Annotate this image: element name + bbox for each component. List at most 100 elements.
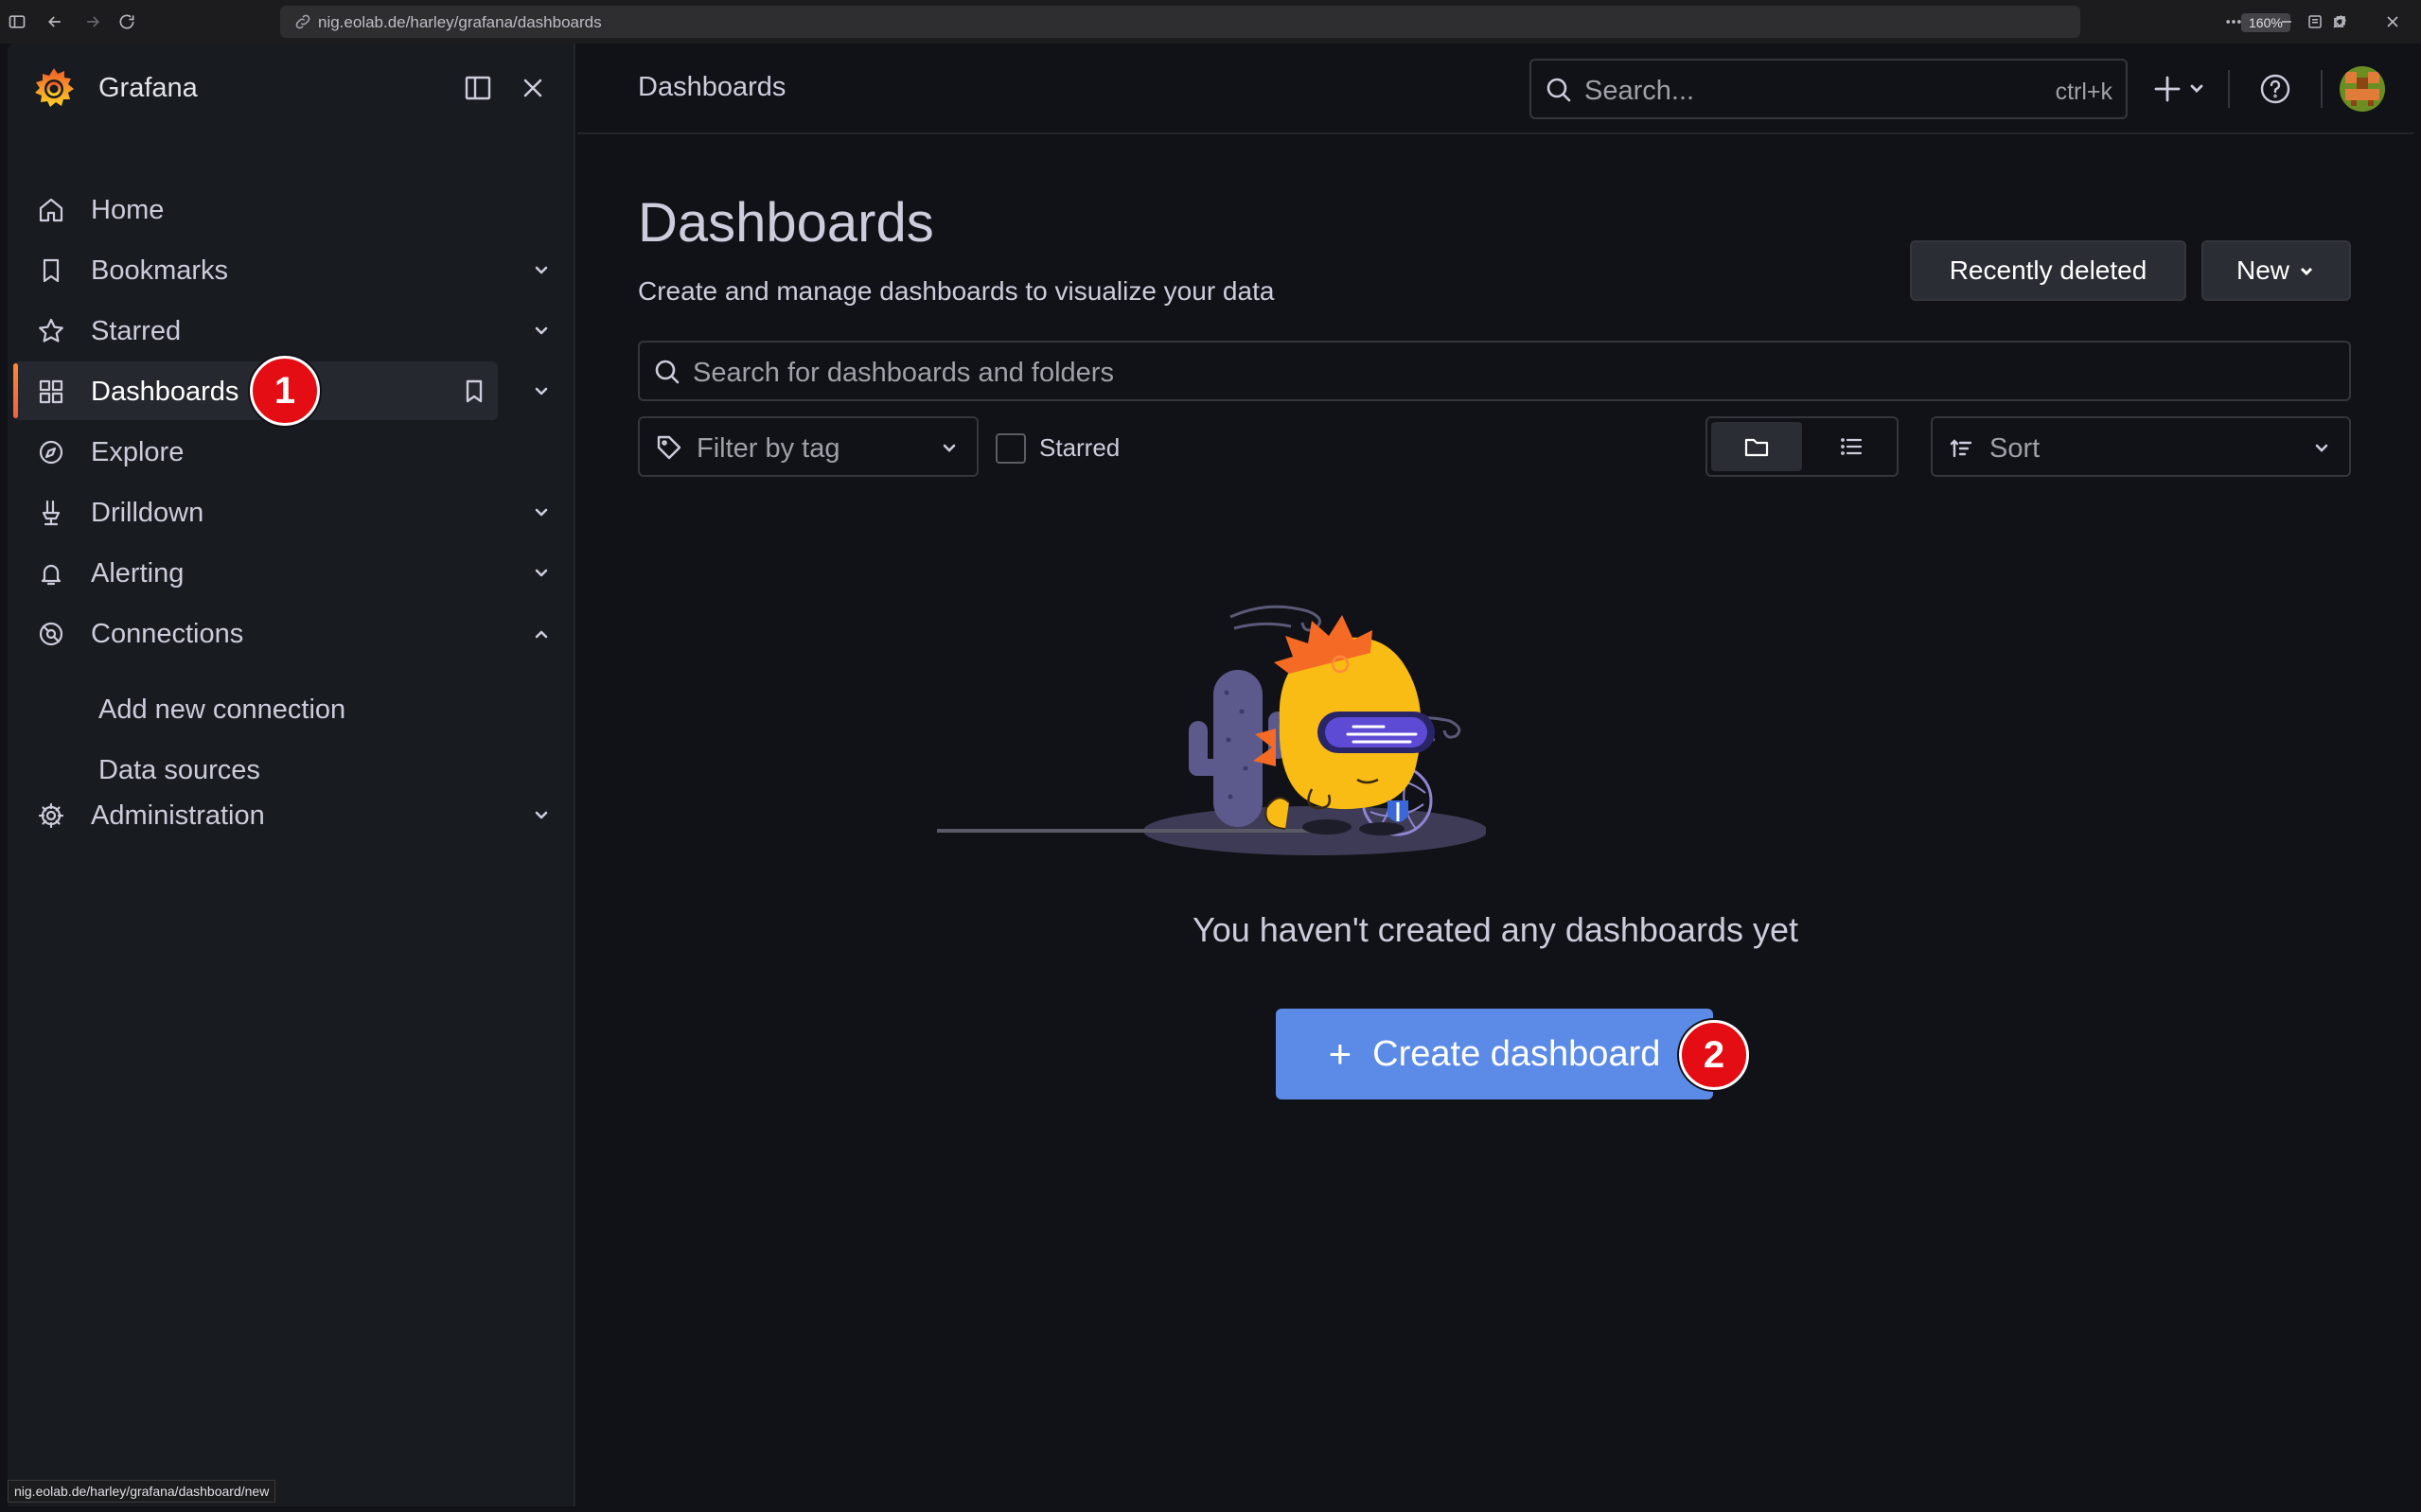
sidebar-item-home[interactable]: Home bbox=[13, 180, 498, 238]
close-menu-button[interactable] bbox=[517, 72, 549, 104]
folder-view-button[interactable] bbox=[1711, 422, 1802, 471]
chevron-down-icon[interactable] bbox=[528, 500, 555, 526]
sidebar-nav: Grafana Home Bookmarks Starred Dashboard… bbox=[8, 44, 575, 1506]
bookmark-icon[interactable] bbox=[460, 377, 488, 405]
minimize-icon[interactable] bbox=[2275, 10, 2298, 33]
chevron-down-icon[interactable] bbox=[528, 802, 555, 829]
sidebar-item-starred[interactable]: Starred bbox=[13, 301, 498, 360]
list-icon bbox=[1841, 438, 1863, 455]
view-toggle bbox=[1705, 416, 1899, 477]
chevron-down-icon bbox=[2311, 437, 2332, 458]
address-bar[interactable]: nig.eolab.de/harley/grafana/dashboards 1… bbox=[280, 6, 2347, 38]
chevron-down-icon[interactable] bbox=[528, 560, 555, 587]
back-icon[interactable] bbox=[44, 10, 66, 33]
empty-state-illustration bbox=[937, 605, 1486, 855]
folder-icon bbox=[1744, 438, 1769, 457]
tag-filter-placeholder: Filter by tag bbox=[697, 433, 840, 464]
chevron-up-icon[interactable] bbox=[528, 621, 555, 647]
search-placeholder: Search... bbox=[1584, 76, 1695, 106]
site-info-icon[interactable] bbox=[293, 12, 312, 31]
search-placeholder: Search for dashboards and folders bbox=[693, 358, 1114, 388]
new-button-label: New bbox=[2235, 255, 2289, 285]
sidebar-item-connections[interactable]: Connections bbox=[13, 604, 498, 662]
status-bar-url: nig.eolab.de/harley/grafana/dashboard/ne… bbox=[8, 1480, 276, 1503]
help-icon[interactable] bbox=[2258, 72, 2292, 106]
tag-filter-select[interactable]: Filter by tag bbox=[638, 416, 979, 477]
reader-view-icon[interactable] bbox=[2306, 12, 2324, 31]
chevron-down-icon bbox=[2300, 267, 2313, 276]
sidebar-toggle-icon[interactable] bbox=[6, 10, 28, 33]
breadcrumb[interactable]: Dashboards bbox=[638, 72, 786, 103]
keyboard-shortcut: ctrl+k bbox=[2055, 79, 2112, 105]
dock-menu-button[interactable] bbox=[462, 72, 494, 104]
sidebar-item-label: Alerting bbox=[91, 558, 185, 589]
brand-name: Grafana bbox=[98, 73, 198, 103]
restore-icon[interactable] bbox=[2328, 10, 2351, 33]
annotation-badge-1: 1 bbox=[250, 356, 320, 426]
create-dashboard-button[interactable]: + Create dashboard bbox=[1276, 1009, 1713, 1099]
bell-icon bbox=[36, 558, 66, 589]
create-dashboard-label: Create dashboard bbox=[1372, 1033, 1661, 1074]
plus-icon: + bbox=[1328, 1031, 1352, 1076]
list-view-button[interactable] bbox=[1806, 422, 1897, 471]
divider bbox=[2228, 70, 2230, 108]
star-icon bbox=[36, 316, 66, 346]
sidebar-item-alerting[interactable]: Alerting bbox=[13, 543, 498, 602]
reload-icon[interactable] bbox=[115, 10, 138, 33]
sort-icon bbox=[1948, 435, 1974, 462]
main-content: Dashboards Create and manage dashboards … bbox=[577, 134, 2413, 1506]
sidebar-subitem-data-sources[interactable]: Data sources bbox=[98, 755, 260, 786]
sidebar-item-administration[interactable]: Administration bbox=[13, 785, 498, 844]
global-search-input[interactable]: Search... ctrl+k bbox=[1529, 59, 2128, 119]
sidebar-item-label: Bookmarks bbox=[91, 255, 229, 286]
grafana-app: Grafana Home Bookmarks Starred Dashboard… bbox=[8, 44, 2413, 1506]
search-icon bbox=[1545, 76, 1573, 104]
sidebar-item-explore[interactable]: Explore bbox=[13, 422, 498, 481]
chevron-down-icon[interactable] bbox=[528, 378, 555, 405]
new-button[interactable]: New bbox=[2201, 240, 2351, 301]
sidebar-item-drilldown[interactable]: Drilldown bbox=[13, 483, 498, 541]
search-icon bbox=[653, 358, 681, 386]
page-subtitle: Create and manage dashboards to visualiz… bbox=[638, 276, 1275, 306]
chevron-down-icon[interactable] bbox=[528, 257, 555, 284]
apps-icon bbox=[36, 377, 66, 407]
compass-icon bbox=[36, 437, 66, 467]
grafana-logo-icon[interactable] bbox=[30, 64, 78, 112]
forward-icon[interactable] bbox=[81, 10, 104, 33]
sidebar-header: Grafana bbox=[8, 44, 575, 134]
sidebar-subitem-add-new-connection[interactable]: Add new connection bbox=[98, 694, 345, 726]
browser-toolbar: nig.eolab.de/harley/grafana/dashboards 1… bbox=[0, 0, 2421, 44]
recently-deleted-button[interactable]: Recently deleted bbox=[1910, 240, 2186, 301]
sort-select[interactable]: Sort bbox=[1931, 416, 2351, 477]
annotation-badge-2: 2 bbox=[1679, 1020, 1749, 1090]
divider bbox=[2321, 70, 2323, 108]
close-window-icon[interactable] bbox=[2381, 10, 2404, 33]
dashboard-search-input[interactable]: Search for dashboards and folders bbox=[638, 341, 2351, 401]
page-title: Dashboards bbox=[638, 192, 934, 254]
drilldown-icon bbox=[36, 498, 66, 528]
url-text: nig.eolab.de/harley/grafana/dashboards bbox=[318, 13, 602, 31]
starred-checkbox[interactable] bbox=[996, 433, 1026, 464]
home-icon bbox=[36, 195, 66, 225]
sidebar-item-label: Connections bbox=[91, 619, 244, 649]
chevron-down-icon bbox=[939, 437, 960, 458]
sidebar-item-label: Drilldown bbox=[91, 498, 204, 528]
add-new-button[interactable] bbox=[2148, 70, 2215, 108]
connections-icon bbox=[36, 619, 66, 649]
sidebar-item-label: Dashboards bbox=[91, 377, 239, 407]
sidebar-item-bookmarks[interactable]: Bookmarks bbox=[13, 240, 498, 299]
sidebar-item-label: Administration bbox=[91, 800, 265, 831]
starred-checkbox-label[interactable]: Starred bbox=[1039, 433, 1120, 463]
sidebar-item-label: Home bbox=[91, 195, 165, 225]
tag-icon bbox=[655, 433, 683, 462]
cog-icon bbox=[36, 800, 66, 831]
sort-label: Sort bbox=[1989, 433, 2041, 464]
more-menu-icon[interactable] bbox=[2222, 10, 2245, 33]
sidebar-item-label: Starred bbox=[91, 316, 182, 346]
chevron-down-icon[interactable] bbox=[528, 318, 555, 344]
bookmark-icon bbox=[36, 255, 66, 286]
sidebar-item-label: Explore bbox=[91, 437, 185, 467]
top-bar: Dashboards Search... ctrl+k bbox=[577, 44, 2413, 134]
avatar[interactable] bbox=[2340, 66, 2385, 112]
empty-state-message: You haven't created any dashboards yet bbox=[1192, 910, 1798, 949]
